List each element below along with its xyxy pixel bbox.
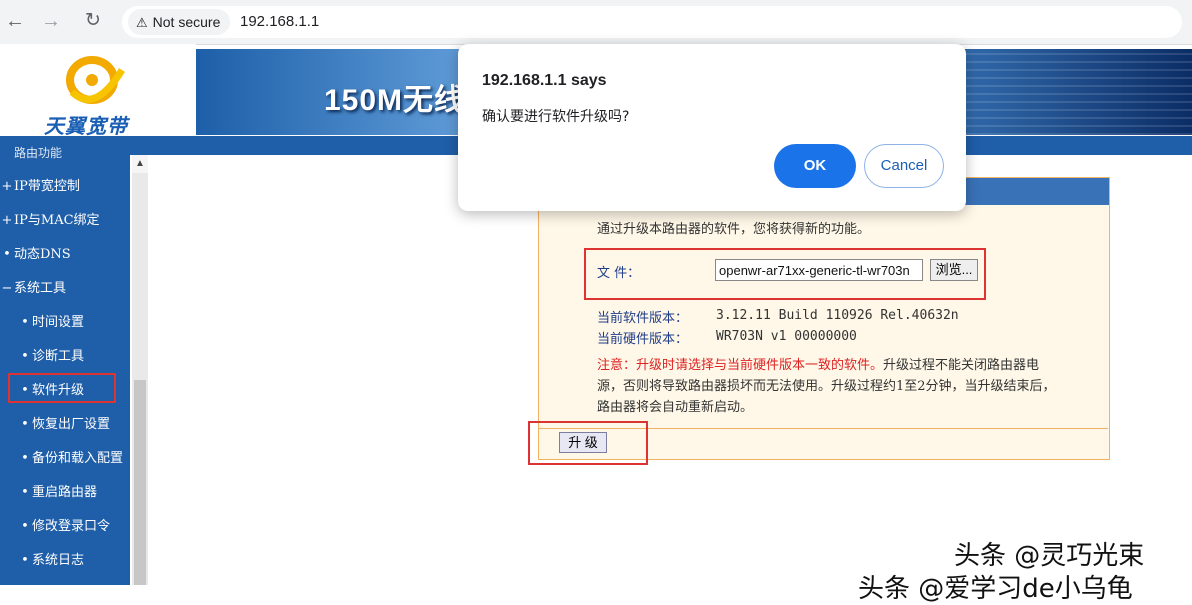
selected-item-highlight (8, 373, 116, 403)
sidebar-item-routing[interactable]: 路由功能 (0, 140, 62, 166)
sidebar-item-system-tools[interactable]: − 系统工具 (0, 276, 66, 302)
current-software-value: 3.12.11 Build 110926 Rel.40632n (716, 308, 959, 323)
collapse-icon: − (1, 281, 13, 296)
sidebar-item-reboot[interactable]: • 重启路由器 (18, 480, 97, 506)
ok-button[interactable]: OK (774, 144, 856, 188)
reload-icon[interactable]: ↻ (80, 8, 106, 34)
logo-text: 天翼宽带 (44, 116, 128, 138)
file-label: 文 件： (597, 266, 641, 281)
sidebar-item-bandwidth[interactable]: + IP带宽控制 (0, 174, 80, 200)
note-warning: 升级时请选择与当前硬件版本一致的软件。 (636, 358, 884, 373)
expand-icon: + (1, 213, 13, 228)
cancel-button[interactable]: Cancel (864, 144, 944, 188)
address-bar[interactable]: ⚠ Not secure 192.168.1.1 (122, 6, 1182, 38)
dialog-message: 确认要进行软件升级吗? (482, 109, 630, 125)
back-icon[interactable]: ← (2, 8, 28, 34)
security-chip[interactable]: ⚠ Not secure (128, 9, 231, 35)
sidebar-item-ddns[interactable]: • 动态DNS (0, 242, 71, 268)
banner-text: 150M无线 (324, 84, 466, 117)
sidebar-item-logs[interactable]: • 系统日志 (18, 548, 84, 574)
browse-button[interactable]: 浏览... (930, 259, 978, 281)
forward-icon[interactable]: → (38, 8, 64, 34)
confirm-dialog: 192.168.1.1 says 确认要进行软件升级吗? OK Cancel (458, 44, 966, 211)
url-text[interactable]: 192.168.1.1 (240, 6, 319, 38)
expand-icon: + (1, 179, 13, 194)
warning-triangle-icon: ⚠ (136, 15, 148, 30)
sidebar-item-password[interactable]: • 修改登录口令 (18, 514, 110, 540)
upgrade-button[interactable]: 升 级 (559, 432, 607, 453)
isp-logo: 天翼宽带 (0, 44, 196, 140)
current-hardware-value: WR703N v1 00000000 (716, 329, 857, 344)
sidebar-item-ip-mac[interactable]: + IP与MAC绑定 (0, 208, 100, 234)
sidebar-item-factory-reset[interactable]: • 恢复出厂设置 (18, 412, 110, 438)
sidebar-item-backup[interactable]: • 备份和载入配置 (18, 446, 123, 472)
upgrade-intro: 通过升级本路由器的软件，您将获得新的功能。 (597, 222, 871, 237)
watermark-line2: 头条 @爱学习de小乌龟 (858, 574, 1133, 604)
file-path-input[interactable]: openwr-ar71xx-generic-tl-wr703n (715, 259, 923, 281)
upgrade-warning-note: 注意：升级时请选择与当前硬件版本一致的软件。升级过程不能关闭路由器电源，否则将导… (597, 355, 1057, 418)
browser-toolbar: ← → ↻ ⚠ Not secure 192.168.1.1 (0, 0, 1192, 45)
security-label: Not secure (152, 14, 221, 30)
logo-swirl-icon (66, 56, 125, 104)
watermark-line1: 头条 @灵巧光束 (954, 541, 1145, 571)
scrollbar-thumb[interactable] (134, 380, 146, 585)
scroll-up-icon[interactable]: ▲ (132, 155, 148, 173)
note-prefix: 注意： (597, 358, 637, 373)
dialog-title: 192.168.1.1 says (482, 72, 607, 89)
current-software-label: 当前软件版本： (597, 311, 689, 326)
sidebar-item-time[interactable]: • 时间设置 (18, 310, 84, 336)
sidebar-item-diagnostics[interactable]: • 诊断工具 (18, 344, 84, 370)
bullet-icon: • (3, 247, 11, 262)
sidebar-menu: 路由功能 + IP带宽控制 + IP与MAC绑定 • 动态DNS − 系统工具 • 时间设… (0, 140, 130, 585)
current-hardware-label: 当前硬件版本： (597, 332, 689, 347)
